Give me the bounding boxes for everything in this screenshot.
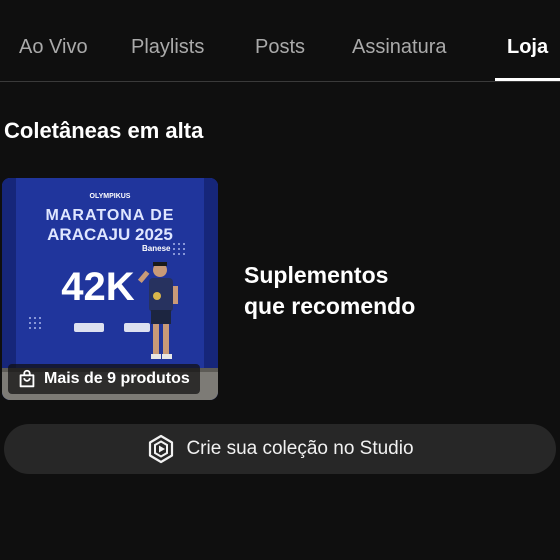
collection-title-line2: que recomendo xyxy=(244,293,416,319)
studio-button-label: Crie sua coleção no Studio xyxy=(186,438,414,459)
tab-ao-vivo[interactable]: Ao Vivo xyxy=(19,36,88,59)
product-count-badge: Mais de 9 produtos xyxy=(8,364,200,394)
banner-sponsor: Banese xyxy=(142,244,171,253)
tabs-divider xyxy=(0,81,560,82)
section-title: Coletâneas em alta xyxy=(4,118,204,143)
banner-distance: 42K xyxy=(61,265,134,309)
banner-event-line1: MARATONA DE xyxy=(46,207,175,224)
banner-event-line2: ARACAJU 2025 xyxy=(47,225,173,244)
tab-loja[interactable]: Loja xyxy=(507,36,548,59)
shopping-bag-icon xyxy=(19,369,35,388)
tab-assinatura[interactable]: Assinatura xyxy=(352,36,447,59)
product-count-label: Mais de 9 produtos xyxy=(44,370,190,387)
studio-hex-play-icon xyxy=(149,434,174,464)
create-collection-studio-button[interactable]: Crie sua coleção no Studio xyxy=(4,424,556,474)
channel-tabs: Ao Vivo Playlists Posts Assinatura Loja xyxy=(0,0,560,82)
collection-title-line1: Suplementos xyxy=(244,262,389,288)
collection-title[interactable]: Suplementos que recomendo xyxy=(244,260,544,322)
tab-playlists[interactable]: Playlists xyxy=(131,36,204,59)
tab-posts[interactable]: Posts xyxy=(255,36,305,59)
banner-brand: OLYMPIKUS xyxy=(90,193,131,200)
